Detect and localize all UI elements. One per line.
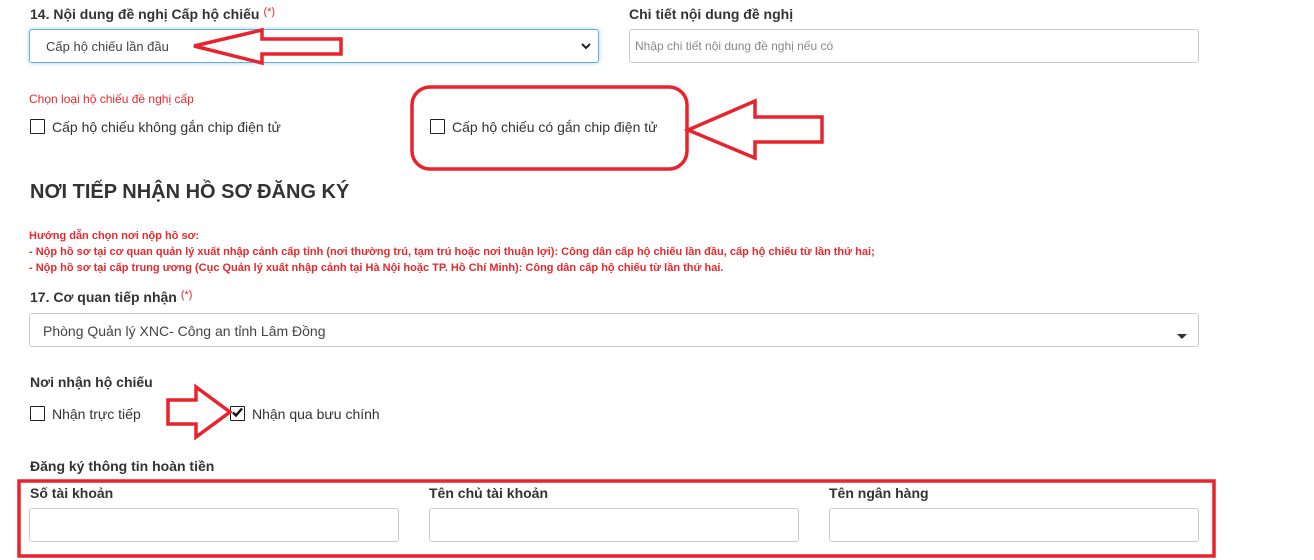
field14-label: 14. Nội dung đề nghị Cấp hộ chiếu (*) xyxy=(30,6,275,22)
required-mark: (*) xyxy=(263,6,276,18)
option-chip-label: Cấp hộ chiếu có gắn chip điện tử xyxy=(452,119,658,135)
guide-heading: Hướng dẫn chọn nơi nộp hồ sơ: xyxy=(29,230,200,242)
chevron-down-icon xyxy=(580,40,592,55)
checkbox-receive-post[interactable] xyxy=(230,406,245,421)
receive-post-label: Nhận qua bưu chính xyxy=(252,406,380,422)
detail-input[interactable]: Nhập chi tiết nội dung đề nghị nếu có xyxy=(629,29,1199,63)
checkbox-chip[interactable] xyxy=(430,119,445,134)
required-mark: (*) xyxy=(180,289,193,301)
field14-label-text: 14. Nội dung đề nghị Cấp hộ chiếu xyxy=(30,6,260,22)
field17-label-text: 17. Cơ quan tiếp nhận xyxy=(30,289,177,305)
detail-label: Chi tiết nội dung đề nghị xyxy=(629,6,794,22)
option-no-chip-label: Cấp hộ chiếu không gắn chip điện tử xyxy=(52,119,281,135)
annotation-arrow-right-icon xyxy=(166,383,233,441)
checkmark-icon xyxy=(232,407,243,418)
field17-label: 17. Cơ quan tiếp nhận (*) xyxy=(30,289,192,305)
receive-direct-label: Nhận trực tiếp xyxy=(52,406,141,422)
bank-name-label: Tên ngân hàng xyxy=(829,485,929,501)
annotation-arrow-left-icon xyxy=(683,98,824,161)
account-owner-input[interactable] xyxy=(429,508,799,542)
checkbox-no-chip[interactable] xyxy=(30,119,45,134)
account-owner-label: Tên chủ tài khoản xyxy=(429,485,549,501)
annotation-overlay xyxy=(17,27,1216,558)
detail-placeholder: Nhập chi tiết nội dung đề nghị nếu có xyxy=(635,39,834,53)
account-number-input[interactable] xyxy=(29,508,399,542)
receive-label: Nơi nhận hộ chiếu xyxy=(30,374,153,390)
account-number-label: Số tài khoản xyxy=(30,485,114,501)
passport-type-prompt: Chọn loại hộ chiếu đề nghị cấp xyxy=(29,92,194,106)
guide-line-2: - Nộp hồ sơ tại cấp trung ương (Cục Quản… xyxy=(29,262,724,274)
field17-selected-value: Phòng Quản lý XNC- Công an tỉnh Lâm Đồng xyxy=(43,323,326,339)
checkbox-receive-direct[interactable] xyxy=(30,406,45,421)
bank-name-input[interactable] xyxy=(829,508,1199,542)
field14-select[interactable]: Cấp hộ chiếu lần đầu xyxy=(29,29,599,63)
field17-select[interactable]: Phòng Quản lý XNC- Công an tỉnh Lâm Đồng xyxy=(29,313,1199,347)
caret-down-icon xyxy=(1177,328,1187,343)
section-title: NƠI TIẾP NHẬN HỒ SƠ ĐĂNG KÝ xyxy=(30,181,350,203)
field14-selected-value: Cấp hộ chiếu lần đầu xyxy=(46,39,169,54)
guide-line-1: - Nộp hồ sơ tại cơ quan quản lý xuất nhậ… xyxy=(29,246,875,258)
refund-label: Đăng ký thông tin hoàn tiền xyxy=(30,458,215,474)
